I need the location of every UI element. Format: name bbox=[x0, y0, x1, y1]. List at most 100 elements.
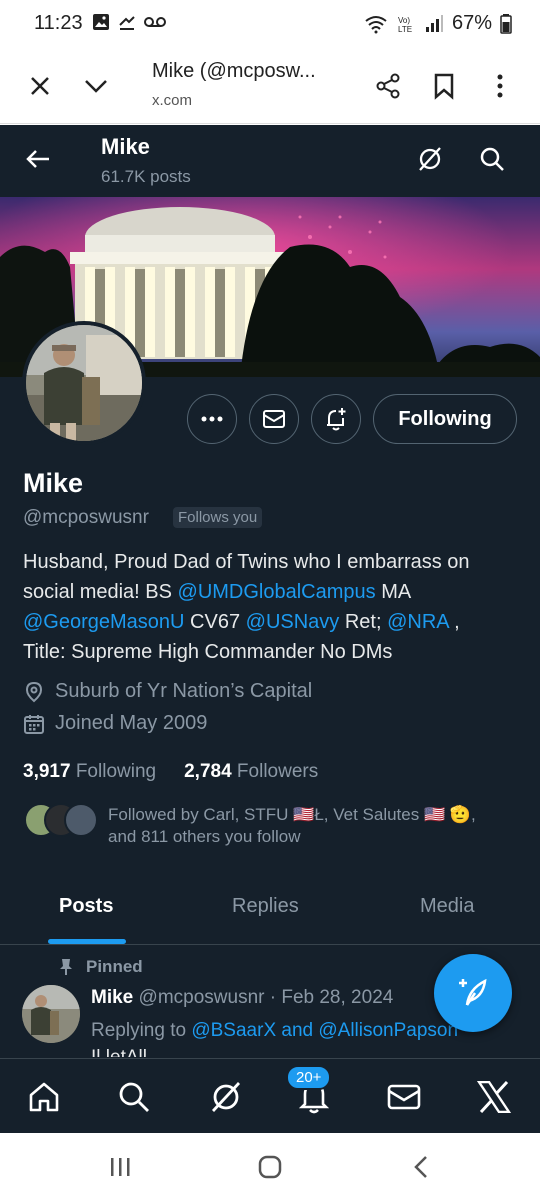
recents-icon bbox=[111, 1158, 130, 1176]
bio-line: Husband, Proud Dad of Twins who I embarr… bbox=[23, 551, 470, 573]
bio-text: MA bbox=[375, 581, 412, 603]
header-name: Mike bbox=[101, 134, 150, 159]
profile-location: Suburb of Yr Nation’s Capital bbox=[23, 680, 312, 703]
bio-text: social media! BS bbox=[23, 581, 178, 603]
more-options-button[interactable] bbox=[480, 66, 520, 106]
post-text: Il letAll bbox=[91, 1049, 147, 1057]
svg-text:Vo): Vo) bbox=[398, 16, 410, 25]
bell-plus-icon bbox=[327, 408, 346, 431]
following-count: 3,917 bbox=[23, 761, 71, 782]
following-button[interactable]: Following bbox=[373, 394, 517, 444]
mail-icon bbox=[387, 1084, 421, 1110]
profile-avatar[interactable] bbox=[22, 321, 146, 445]
avatar-image bbox=[26, 325, 142, 441]
search-button[interactable] bbox=[474, 141, 510, 177]
page-domain: x.com bbox=[152, 92, 193, 109]
active-tab-indicator bbox=[48, 939, 126, 944]
bio-text: Ret; bbox=[339, 611, 388, 633]
grok-icon bbox=[419, 147, 441, 171]
search-icon bbox=[480, 147, 504, 171]
more-actions-button[interactable] bbox=[187, 394, 237, 444]
location-text: Suburb of Yr Nation’s Capital bbox=[55, 680, 313, 702]
pinned-label: Pinned bbox=[86, 957, 143, 976]
chevron-down-icon bbox=[85, 80, 107, 93]
following-label: Following bbox=[75, 761, 157, 782]
bio-text: , bbox=[448, 611, 460, 633]
followed-by-avatars[interactable] bbox=[24, 803, 98, 837]
post-header: Mike @mcposwusnr · Feb 28, 2024 bbox=[91, 987, 393, 1009]
close-tab-button[interactable] bbox=[20, 66, 60, 106]
nav-search[interactable] bbox=[114, 1077, 154, 1117]
recent-apps-button[interactable] bbox=[105, 1153, 135, 1181]
grok-icon bbox=[211, 1082, 241, 1112]
mention-link[interactable]: @GeorgeMasonU bbox=[23, 611, 184, 633]
nav-messages[interactable] bbox=[384, 1077, 424, 1117]
page-title: Mike (@mcposw... bbox=[152, 60, 316, 82]
system-nav-bar bbox=[0, 1133, 540, 1200]
following-stat[interactable]: 3,917 Following bbox=[23, 761, 156, 783]
bio-line: @GeorgeMasonU CV67 @USNavy Ret; @NRA , bbox=[23, 607, 518, 637]
followers-stat[interactable]: 2,784 Followers bbox=[184, 761, 318, 783]
share-icon bbox=[376, 73, 400, 99]
notify-button[interactable] bbox=[311, 394, 361, 444]
post-avatar[interactable] bbox=[22, 985, 80, 1043]
profile-header: Mike 61.7K posts bbox=[0, 125, 540, 197]
notification-badge: 20+ bbox=[286, 1065, 332, 1090]
minimize-tab-button[interactable] bbox=[76, 66, 116, 106]
nav-x[interactable] bbox=[474, 1077, 514, 1117]
post-author[interactable]: Mike bbox=[91, 987, 133, 1008]
followed-by-text[interactable]: Followed by Carl, STFU 🇺🇸Ł, Vet Salutes … bbox=[108, 804, 518, 848]
bio-line: Title: Supreme High Commander No DMs bbox=[23, 641, 393, 663]
home-button[interactable] bbox=[255, 1153, 285, 1181]
profile-tabs: Posts Replies Media bbox=[0, 887, 540, 945]
profile-handle: @mcposwusnr bbox=[23, 507, 149, 528]
replying-mentions[interactable]: @BSaarX and @AllisonPapson bbox=[191, 1020, 458, 1041]
status-time: 11:23 bbox=[34, 12, 83, 34]
followed-by-line: Followed by Carl, STFU 🇺🇸Ł, Vet Salutes … bbox=[108, 805, 476, 824]
more-horizontal-icon bbox=[201, 416, 223, 422]
mention-link[interactable]: @USNavy bbox=[246, 611, 340, 633]
location-pin-icon bbox=[25, 681, 43, 702]
nav-grok[interactable] bbox=[206, 1077, 246, 1117]
back-button[interactable] bbox=[406, 1153, 436, 1181]
home-circle-icon bbox=[258, 1155, 282, 1179]
battery-percent: 67% bbox=[451, 12, 492, 34]
profile-joined: Joined May 2009 bbox=[23, 712, 207, 735]
bottom-nav: 20+ bbox=[0, 1058, 540, 1133]
back-button[interactable] bbox=[20, 141, 56, 177]
browser-toolbar: Mike (@mcposw... x.com bbox=[0, 48, 540, 124]
replying-prefix: Replying to bbox=[91, 1020, 192, 1041]
profile-stats: 3,917 Following 2,784 Followers bbox=[23, 761, 318, 783]
pin-icon bbox=[60, 959, 72, 975]
bookmark-button[interactable] bbox=[424, 66, 464, 106]
arrow-left-icon bbox=[26, 150, 49, 168]
image-icon bbox=[93, 14, 109, 30]
bookmark-icon bbox=[434, 73, 454, 100]
missed-call-icon bbox=[119, 16, 135, 30]
grok-button[interactable] bbox=[412, 141, 448, 177]
tab-posts[interactable]: Posts bbox=[59, 895, 113, 918]
followed-by-line: and 811 others you follow bbox=[108, 827, 301, 846]
search-icon bbox=[119, 1082, 149, 1112]
nav-home[interactable] bbox=[24, 1077, 64, 1117]
volte-icon: Vo)LTE bbox=[398, 16, 412, 34]
x-logo-icon bbox=[477, 1081, 511, 1113]
mention-link[interactable]: @NRA bbox=[387, 611, 448, 633]
more-vertical-icon bbox=[497, 74, 503, 98]
avatar-image bbox=[22, 985, 80, 1043]
tab-replies[interactable]: Replies bbox=[232, 895, 299, 918]
header-posts-count: 61.7K posts bbox=[101, 167, 191, 186]
followers-count: 2,784 bbox=[184, 761, 232, 782]
tab-media[interactable]: Media bbox=[420, 895, 474, 918]
pinned-indicator: Pinned bbox=[58, 957, 143, 977]
battery-icon bbox=[500, 13, 512, 34]
x-app: Mike 61.7K posts Following Mike @mcposwu… bbox=[0, 125, 540, 1133]
followers-label: Followers bbox=[236, 761, 319, 782]
voicemail-icon bbox=[144, 17, 166, 27]
message-button[interactable] bbox=[249, 394, 299, 444]
compose-post-button[interactable] bbox=[434, 954, 512, 1032]
signal-icon bbox=[425, 14, 443, 32]
share-button[interactable] bbox=[368, 66, 408, 106]
mention-link[interactable]: @UMDGlobalCampus bbox=[178, 581, 376, 603]
chevron-left-icon bbox=[414, 1156, 427, 1178]
